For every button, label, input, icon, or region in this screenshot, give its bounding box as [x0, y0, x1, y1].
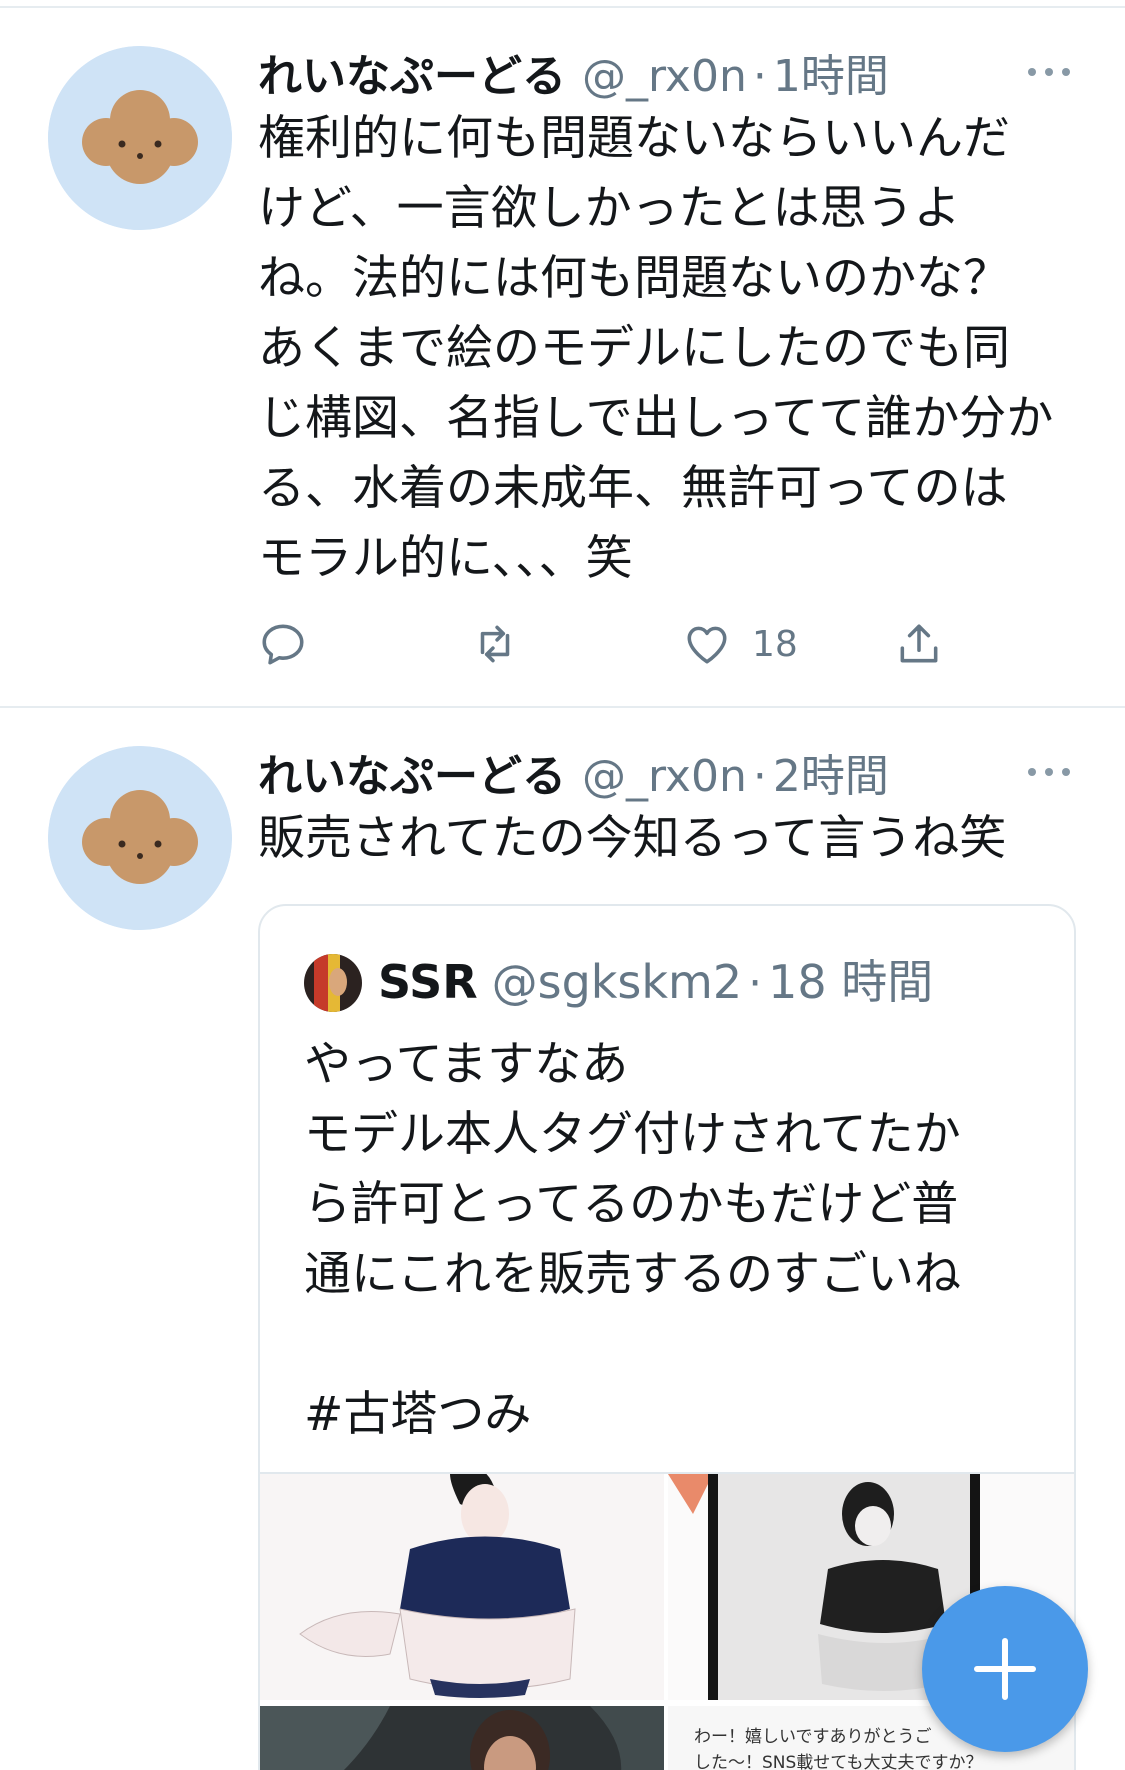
top-divider	[0, 6, 1125, 8]
retweet-button[interactable]	[470, 614, 520, 674]
display-name[interactable]: れいなぷーどる	[258, 40, 566, 104]
retweet-icon	[480, 625, 510, 663]
user-handle[interactable]: @_rx0n	[582, 51, 747, 102]
tweet-time[interactable]: 2時間	[773, 740, 889, 804]
quoted-text: やってますなあ モデル本人タグ付けされてたか ら許可とってるのかもだけど普 通に…	[304, 1037, 962, 1442]
like-count: 18	[752, 623, 798, 665]
media-image[interactable]	[260, 1706, 664, 1770]
media-image[interactable]	[260, 1474, 664, 1700]
quoted-header: SSR @sgkskm2 · 18 時間	[378, 946, 933, 1012]
tweet-actions: 18	[258, 614, 978, 674]
quoted-time: 18 時間	[768, 955, 934, 1009]
heart-icon	[687, 626, 727, 664]
poodle-avatar-icon[interactable]	[48, 46, 232, 230]
reply-icon	[262, 624, 304, 665]
tweet-divider	[0, 706, 1125, 708]
more-options-icon[interactable]	[1024, 62, 1074, 82]
like-button[interactable]: 18	[682, 614, 798, 674]
separator: ·	[752, 751, 767, 802]
tweet-header: れいなぷーどる @_rx0n · 1時間	[258, 40, 889, 104]
tweet-header: れいなぷーどる @_rx0n · 2時間	[258, 740, 889, 804]
poodle-avatar-icon[interactable]	[48, 746, 232, 930]
share-button[interactable]	[894, 614, 944, 674]
quoted-avatar[interactable]	[304, 954, 362, 1012]
more-options-icon[interactable]	[1024, 762, 1074, 782]
quoted-user-handle: @sgkskm2	[491, 955, 743, 1009]
compose-tweet-button[interactable]	[922, 1586, 1088, 1752]
user-handle[interactable]: @_rx0n	[582, 751, 747, 802]
share-icon	[900, 624, 938, 663]
tweet-text: 販売されてたの今知るって言うね笑	[258, 811, 1007, 866]
quoted-display-name: SSR	[378, 955, 478, 1009]
display-name[interactable]: れいなぷーどる	[258, 740, 566, 804]
tweet-time[interactable]: 1時間	[773, 40, 889, 104]
separator: ·	[748, 958, 763, 1009]
plus-icon	[974, 1638, 1036, 1700]
separator: ·	[752, 51, 767, 102]
tweet-text: 権利的に何も問題ないならいいんだ けど、一言欲しかったとは思うよ ね。法的には何…	[258, 111, 1054, 586]
reply-button[interactable]	[258, 614, 308, 674]
